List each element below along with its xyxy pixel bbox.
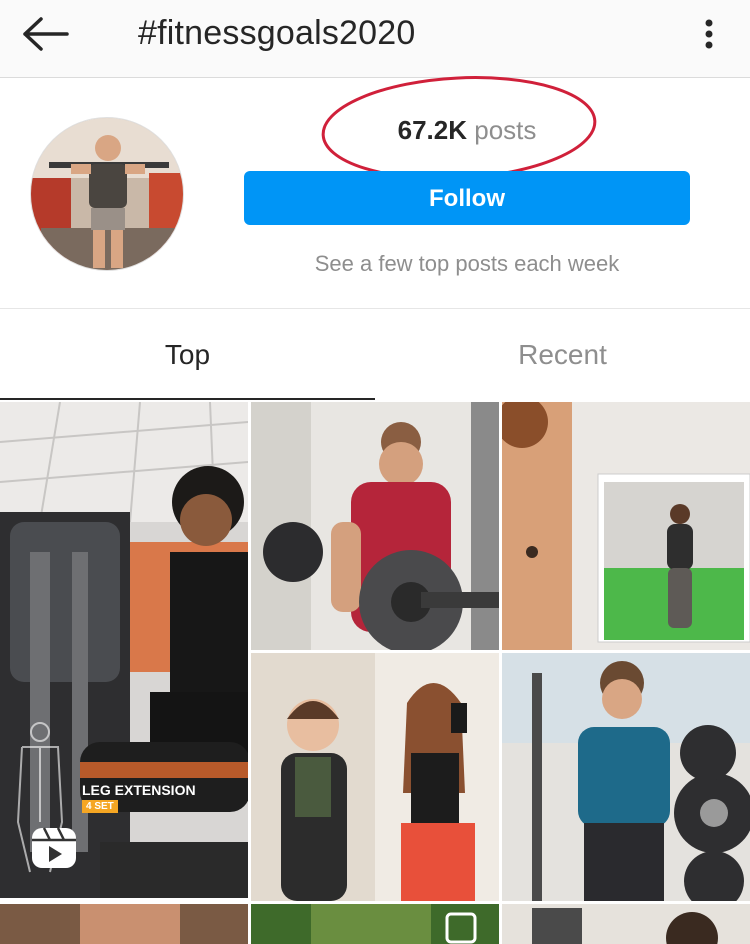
grid-post[interactable] [502,653,750,901]
avatar-image [31,118,183,270]
reels-icon [32,827,76,868]
hashtag-profile-section: 67.2K posts Follow See a few top posts e… [0,76,750,309]
post-thumbnail [502,653,750,901]
hashtag-avatar[interactable] [30,117,184,271]
posts-count-label: posts [474,115,537,145]
post-thumbnail [251,402,499,650]
grid-post-reel[interactable]: LEG EXTENSION 4 SET [0,402,248,898]
reel-overlay-title: LEG EXTENSION [82,782,196,798]
reel-overlay-subtitle: 4 SET [82,800,118,813]
post-thumbnail [502,402,750,650]
more-vertical-icon [705,19,713,49]
post-thumbnail [502,904,750,944]
posts-count-value: 67.2K [397,115,467,145]
more-options-button[interactable] [694,14,724,54]
post-thumbnail [251,904,499,944]
post-thumbnail [251,653,499,901]
post-thumbnail [0,402,248,898]
grid-post[interactable] [502,904,750,944]
grid-post[interactable] [502,402,750,650]
posts-grid: LEG EXTENSION 4 SET [0,402,750,944]
active-tab-indicator [0,398,375,400]
app-header: #fitnessgoals2020 [0,0,750,78]
follow-hint-text: See a few top posts each week [314,251,620,276]
grid-post[interactable] [0,904,248,944]
grid-post[interactable] [251,904,499,944]
arrow-left-icon [23,17,69,51]
post-thumbnail [0,904,248,944]
feed-tabs: Top Recent [0,310,750,400]
tab-recent[interactable]: Recent [375,310,750,400]
grid-post[interactable] [251,653,499,901]
follow-button[interactable]: Follow [244,171,690,225]
posts-count: 67.2K posts [244,115,690,146]
grid-post[interactable] [251,402,499,650]
hashtag-title: #fitnessgoals2020 [138,14,416,52]
tab-top[interactable]: Top [0,310,375,400]
back-button[interactable] [18,12,74,56]
